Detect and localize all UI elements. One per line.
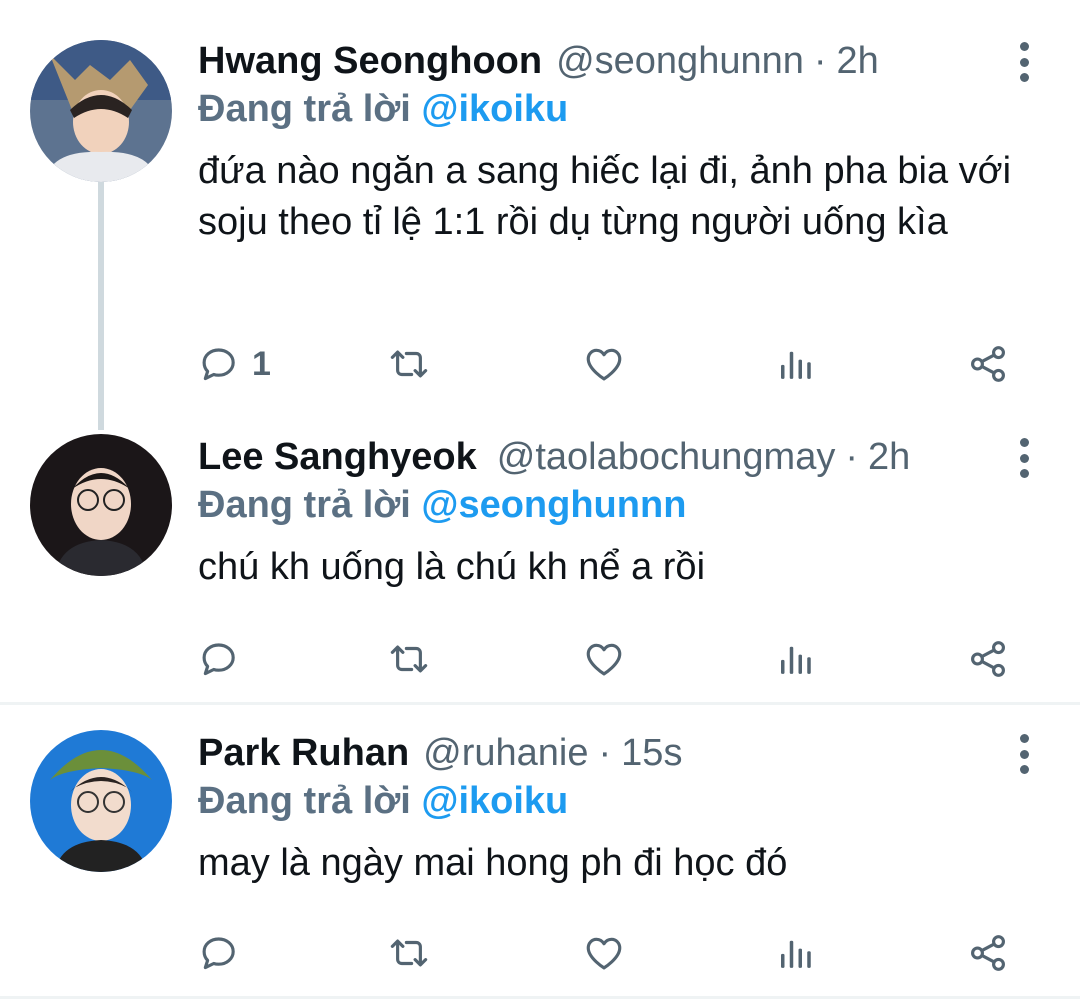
like-button[interactable] — [583, 928, 625, 978]
replying-to: Đang trả lời @ikoiku — [198, 88, 568, 131]
tweet-text: may là ngày mai hong ph đi học đó — [198, 842, 788, 884]
replying-to: Đang trả lời @seonghunnn — [198, 484, 686, 527]
mention-link[interactable]: @seonghunnn — [421, 484, 686, 526]
avatar[interactable] — [30, 40, 172, 182]
tweet[interactable]: Hwang Seonghoon @seonghunnn · 2h Đang tr… — [0, 36, 1080, 396]
timestamp[interactable]: 2h — [837, 40, 879, 83]
share-icon — [967, 343, 1009, 385]
reply-icon — [198, 638, 240, 680]
tweet-text: chú kh uống là chú kh nể a rồi — [198, 546, 706, 588]
retweet-button[interactable] — [388, 634, 430, 684]
like-icon — [583, 932, 625, 974]
mention-link[interactable]: @ikoiku — [421, 88, 568, 130]
reply-count: 1 — [252, 344, 271, 383]
replying-to-label: Đang trả lời — [198, 88, 411, 130]
views-button[interactable] — [774, 339, 816, 389]
timestamp[interactable]: 2h — [868, 436, 910, 479]
share-button[interactable] — [967, 339, 1009, 389]
timestamp[interactable]: 15s — [621, 732, 682, 775]
views-icon — [774, 343, 816, 385]
tweet-text: đứa nào ngăn a sang hiếc lại đi, ảnh pha… — [198, 150, 1012, 243]
tweet-header: Park Ruhan @ruhanie · 15s — [198, 728, 682, 778]
views-icon — [774, 638, 816, 680]
avatar[interactable] — [30, 434, 172, 576]
retweet-icon — [388, 638, 430, 680]
like-icon — [583, 343, 625, 385]
tweet[interactable]: Park Ruhan @ruhanie · 15s Đang trả lời @… — [0, 728, 1080, 996]
author-name[interactable]: Park Ruhan — [198, 732, 409, 775]
share-icon — [967, 638, 1009, 680]
reply-icon — [198, 932, 240, 974]
retweet-icon — [388, 343, 430, 385]
reply-button[interactable] — [198, 634, 252, 684]
action-bar: 1 — [198, 339, 1018, 389]
retweet-icon — [388, 932, 430, 974]
retweet-button[interactable] — [388, 928, 430, 978]
like-button[interactable] — [583, 339, 625, 389]
share-icon — [967, 932, 1009, 974]
separator-dot: · — [845, 435, 858, 478]
avatar[interactable] — [30, 730, 172, 872]
replying-to-label: Đang trả lời — [198, 780, 411, 822]
author-name[interactable]: Lee Sanghyeok — [198, 436, 477, 479]
views-icon — [774, 932, 816, 974]
action-bar — [198, 928, 1018, 978]
more-icon[interactable] — [1014, 42, 1034, 82]
author-handle[interactable]: @taolabochungmay — [497, 436, 836, 479]
tweet[interactable]: Lee Sanghyeok @taolabochungmay · 2h Đang… — [0, 432, 1080, 702]
tweet-header: Hwang Seonghoon @seonghunnn · 2h — [198, 36, 879, 86]
mention-link[interactable]: @ikoiku — [421, 780, 568, 822]
author-handle[interactable]: @seonghunnn — [556, 40, 804, 83]
replying-to-label: Đang trả lời — [198, 484, 411, 526]
replying-to: Đang trả lời @ikoiku — [198, 780, 568, 823]
action-bar — [198, 634, 1018, 684]
share-button[interactable] — [967, 928, 1009, 978]
like-button[interactable] — [583, 634, 625, 684]
reply-button[interactable] — [198, 928, 252, 978]
separator-dot: · — [598, 731, 612, 774]
author-name[interactable]: Hwang Seonghoon — [198, 40, 542, 83]
more-icon[interactable] — [1014, 438, 1034, 478]
like-icon — [583, 638, 625, 680]
share-button[interactable] — [967, 634, 1009, 684]
separator-dot: · — [813, 39, 827, 82]
retweet-button[interactable] — [388, 339, 430, 389]
views-button[interactable] — [774, 928, 816, 978]
more-icon[interactable] — [1014, 734, 1034, 774]
reply-icon — [198, 343, 240, 385]
author-handle[interactable]: @ruhanie — [423, 732, 588, 775]
reply-button[interactable]: 1 — [198, 339, 271, 389]
divider — [0, 702, 1080, 705]
tweet-header: Lee Sanghyeok @taolabochungmay · 2h — [198, 432, 910, 482]
views-button[interactable] — [774, 634, 816, 684]
